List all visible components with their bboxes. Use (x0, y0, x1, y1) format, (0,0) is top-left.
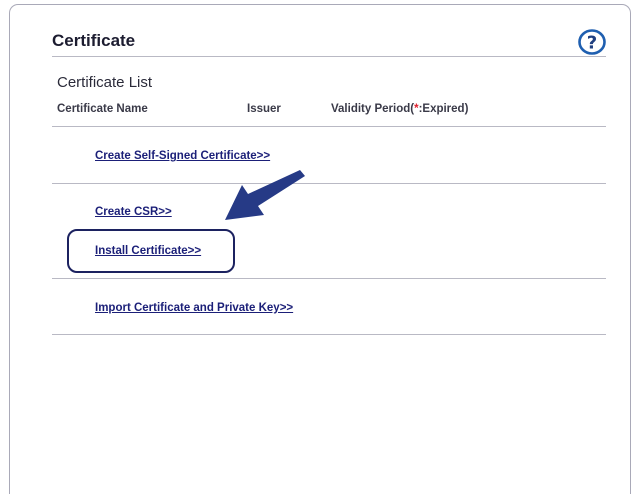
svg-text:?: ? (587, 33, 597, 54)
list-divider-2 (52, 183, 606, 184)
pointer-arrow-icon (225, 170, 305, 220)
create-csr-link[interactable]: Create CSR>> (95, 206, 172, 218)
list-divider-4 (52, 334, 606, 335)
certificate-list-title: Certificate List (57, 74, 153, 91)
install-certificate-link[interactable]: Install Certificate>> (95, 245, 201, 257)
create-self-signed-certificate-link[interactable]: Create Self-Signed Certificate>> (95, 150, 270, 162)
list-divider-1 (52, 126, 606, 127)
import-certificate-and-private-key-link[interactable]: Import Certificate and Private Key>> (95, 302, 293, 314)
validity-label: Validity Period( (331, 103, 415, 115)
column-header-issuer: Issuer (247, 103, 281, 115)
column-header-validity-period: Validity Period(*:Expired) (331, 103, 468, 115)
header-divider (52, 56, 606, 57)
help-question-icon[interactable]: ? (577, 28, 607, 56)
column-header-certificate-name: Certificate Name (57, 103, 148, 115)
validity-expired-label: :Expired) (418, 103, 469, 115)
list-divider-3 (52, 278, 606, 279)
page-title: Certificate (52, 31, 136, 50)
